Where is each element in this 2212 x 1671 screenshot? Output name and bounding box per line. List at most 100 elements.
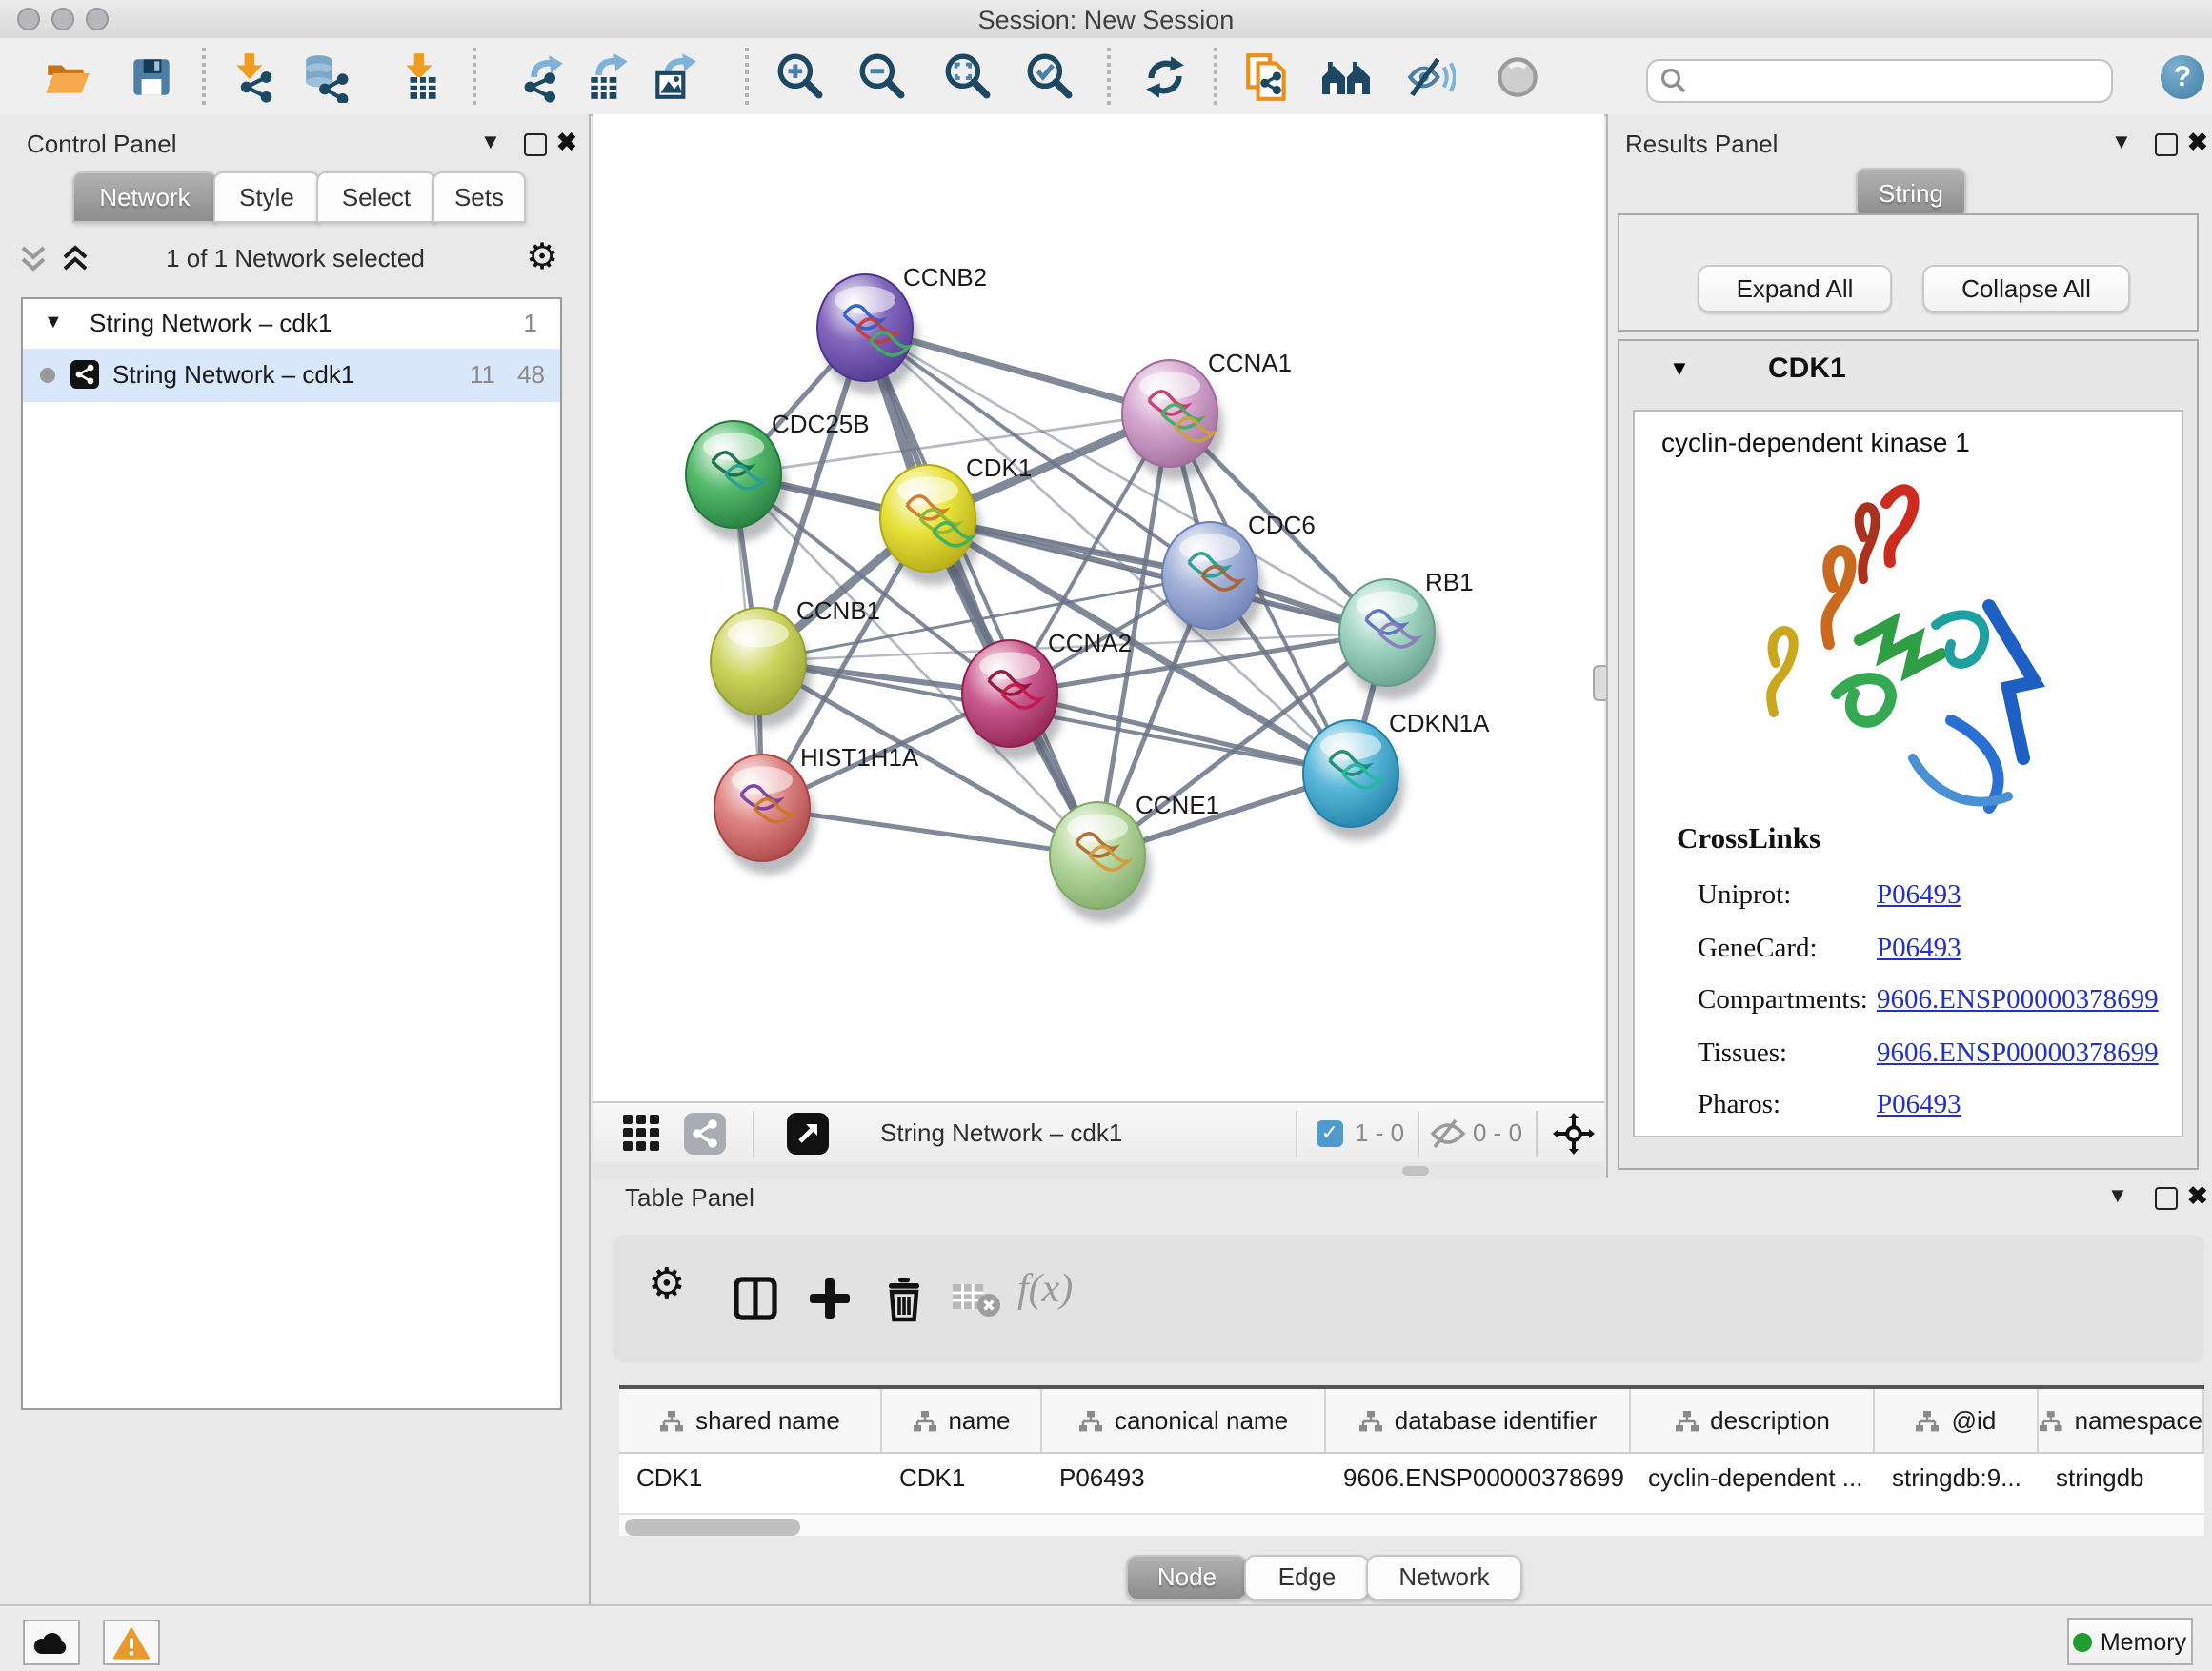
panel-float-icon[interactable] xyxy=(2155,133,2178,156)
help-icon[interactable]: ? xyxy=(2161,55,2204,99)
scrollbar-thumb[interactable] xyxy=(625,1519,800,1536)
column-header-name[interactable]: name xyxy=(882,1389,1042,1452)
crosslink-link[interactable]: P06493 xyxy=(1877,933,1961,965)
zoom-selected-icon[interactable] xyxy=(1023,51,1075,103)
panel-divider[interactable] xyxy=(1606,114,1608,1178)
table-cell[interactable]: cyclin-dependent ... xyxy=(1631,1452,1875,1503)
network-tree-group-row[interactable]: ▼ String Network – cdk1 1 xyxy=(23,299,560,349)
add-column-icon[interactable] xyxy=(806,1275,854,1322)
table-panel-title: Table Panel xyxy=(625,1183,754,1212)
grid-view-icon[interactable] xyxy=(623,1115,663,1155)
refresh-icon[interactable] xyxy=(1139,51,1191,103)
panel-menu-icon[interactable]: ▼ xyxy=(2111,131,2132,154)
selected-checkbox-icon[interactable]: ✓ xyxy=(1317,1120,1343,1147)
section-collapse-icon[interactable]: ▼ xyxy=(1669,358,1690,381)
horizontal-scrollbar[interactable] xyxy=(619,1513,2204,1536)
zoom-fit-icon[interactable] xyxy=(941,51,993,103)
network-tree-item-row[interactable]: String Network – cdk1 11 48 xyxy=(23,349,560,402)
tab-sets[interactable]: Sets xyxy=(432,171,526,223)
expand-all-button[interactable]: Expand All xyxy=(1698,265,1892,312)
node-CCNA2[interactable]: CCNA2 xyxy=(962,629,1132,760)
table-cell[interactable]: CDK1 xyxy=(882,1452,1042,1503)
share-view-icon[interactable] xyxy=(684,1113,726,1155)
table-cell[interactable]: CDK1 xyxy=(619,1452,882,1503)
panel-close-icon[interactable]: ✖ xyxy=(2187,1181,2208,1212)
export-image-icon[interactable] xyxy=(650,51,701,103)
network-graph[interactable]: CCNB2CCNA1CDC25BCDK1CDC6RB1CCNB1CCNA2CDK… xyxy=(593,114,1604,1101)
import-table-icon[interactable] xyxy=(396,51,448,103)
delete-column-icon[interactable] xyxy=(880,1275,928,1322)
import-database-icon[interactable] xyxy=(301,51,352,103)
tab-edge-table[interactable]: Edge Table xyxy=(1244,1555,1370,1601)
open-session-icon[interactable] xyxy=(42,51,93,103)
panel-close-icon[interactable]: ✖ xyxy=(556,128,577,158)
crosslinks-title: CrossLinks xyxy=(1677,823,1820,857)
column-header-sharedname[interactable]: shared name xyxy=(619,1389,882,1452)
network-canvas[interactable]: CCNB2CCNA1CDC25BCDK1CDC6RB1CCNB1CCNA2CDK… xyxy=(593,114,1604,1101)
crosslink-link[interactable]: P06493 xyxy=(1877,880,1961,913)
export-table-icon[interactable] xyxy=(583,51,634,103)
export-network-icon[interactable] xyxy=(518,51,570,103)
import-network-icon[interactable] xyxy=(229,51,280,103)
search-input[interactable] xyxy=(1694,63,2101,99)
copy-documents-icon[interactable] xyxy=(1242,51,1294,103)
collapse-all-icon[interactable] xyxy=(19,244,48,274)
node-CDKN1A[interactable]: CDKN1A xyxy=(1303,709,1490,840)
crosslink-link[interactable]: 9606.ENSP00000378699 xyxy=(1877,985,2159,1017)
panel-menu-icon[interactable]: ▼ xyxy=(2107,1185,2128,1208)
save-session-icon[interactable] xyxy=(126,51,177,103)
column-header-id[interactable]: @id xyxy=(1875,1389,2039,1452)
tab-string[interactable]: String xyxy=(1856,168,1966,219)
search-icon xyxy=(1659,67,1688,95)
node-CCNB2[interactable]: CCNB2 xyxy=(817,263,987,394)
node-HIST1H1A[interactable]: HIST1H1A xyxy=(714,743,919,875)
memory-button[interactable]: Memory xyxy=(2067,1618,2193,1665)
table-cell[interactable]: stringdb:9... xyxy=(1875,1452,2039,1503)
tree-expander-icon[interactable]: ▼ xyxy=(44,299,63,349)
zoom-in-icon[interactable] xyxy=(774,51,825,103)
node-CCNA1[interactable]: CCNA1 xyxy=(1122,349,1292,480)
column-header-canonicalname[interactable]: canonical name xyxy=(1042,1389,1326,1452)
homes-icon[interactable] xyxy=(1318,51,1370,103)
show-columns-icon[interactable] xyxy=(732,1275,779,1322)
tab-select[interactable]: Select xyxy=(316,171,436,223)
node-CCNB1[interactable]: CCNB1 xyxy=(711,596,880,728)
tab-node-table[interactable]: Node Table xyxy=(1126,1555,1248,1601)
crosslink-link[interactable]: 9606.ENSP00000378699 xyxy=(1877,1037,2159,1070)
network-selection-status: 1 of 1 Network selected xyxy=(114,244,476,272)
node-CCNE1[interactable]: CCNE1 xyxy=(1050,791,1219,922)
column-header-databaseidentifier[interactable]: database identifier xyxy=(1326,1389,1631,1452)
table-settings-gear-icon[interactable]: ⚙ xyxy=(648,1261,685,1309)
column-header-description[interactable]: description xyxy=(1631,1389,1875,1452)
panel-close-icon[interactable]: ✖ xyxy=(2187,128,2208,158)
cloud-icon xyxy=(32,1629,70,1656)
node-RB1[interactable]: RB1 xyxy=(1339,568,1474,699)
collapse-all-button[interactable]: Collapse All xyxy=(1922,265,2130,312)
edge-CCNB2-CCNE1[interactable] xyxy=(865,328,1097,856)
crosslink-row: Compartments:9606.ENSP00000378699 xyxy=(1698,985,2174,1017)
preview-eye-icon[interactable] xyxy=(1492,51,1543,103)
fit-content-crosshair-icon[interactable] xyxy=(1553,1113,1595,1155)
open-in-new-window-icon[interactable] xyxy=(787,1113,829,1155)
table-cell[interactable]: 9606.ENSP00000378699 xyxy=(1326,1452,1631,1503)
function-builder-icon: f(x) xyxy=(1017,1265,1073,1313)
panel-float-icon[interactable] xyxy=(2155,1187,2178,1210)
table-cell[interactable]: P06493 xyxy=(1042,1452,1326,1503)
warning-button[interactable] xyxy=(103,1620,160,1665)
cloud-button[interactable] xyxy=(23,1620,80,1665)
crosslink-link[interactable]: P06493 xyxy=(1877,1090,1961,1122)
tab-network-table[interactable]: Network Table xyxy=(1366,1555,1522,1601)
tab-style[interactable]: Style xyxy=(213,171,320,223)
table-cell[interactable]: stringdb xyxy=(2039,1452,2204,1503)
collection-count: 1 xyxy=(524,299,537,349)
panel-divider[interactable] xyxy=(589,114,591,1604)
horizontal-splitter[interactable] xyxy=(593,1162,1604,1178)
expand-all-icon[interactable] xyxy=(61,244,90,274)
zoom-out-icon[interactable] xyxy=(855,51,907,103)
column-header-namespace[interactable]: namespace xyxy=(2039,1389,2204,1452)
gear-icon[interactable]: ⚙ xyxy=(526,236,558,278)
panel-menu-icon[interactable]: ▼ xyxy=(480,131,501,154)
toggle-visibility-icon[interactable] xyxy=(1404,51,1456,103)
panel-float-icon[interactable] xyxy=(524,133,547,156)
tab-network[interactable]: Network xyxy=(72,171,217,223)
